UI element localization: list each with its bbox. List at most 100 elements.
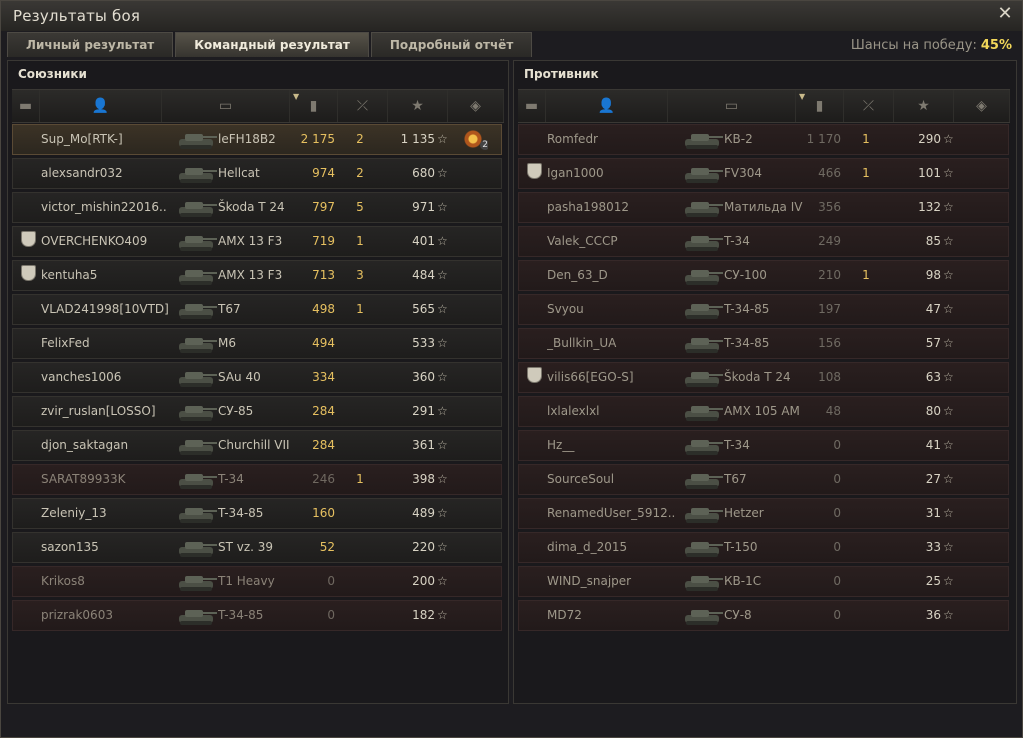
player-name: Valek_CCCP	[547, 234, 618, 248]
xp-value: 489	[412, 506, 435, 520]
tank-icon	[679, 295, 725, 324]
shield-icon	[20, 265, 36, 281]
badge-cell	[525, 533, 543, 562]
column-header-badge-icon[interactable]: ▬	[12, 90, 40, 122]
tank-name: FV304	[724, 166, 763, 180]
column-header-xp-icon[interactable]: ★	[894, 90, 954, 122]
table-row[interactable]: victor_mishin22016.. Škoda T 24 797 5 971 ☆	[12, 192, 502, 223]
table-row[interactable]: _Bullkin_UA T-34-85 156 57 ☆	[518, 328, 1009, 359]
damage-value: 48	[825, 404, 841, 418]
column-header-kills-icon[interactable]: ⤫	[338, 90, 388, 122]
table-row[interactable]: RenamedUser_5912.. Hetzer 0 31 ☆	[518, 498, 1009, 529]
tab-personal-result[interactable]: Личный результат	[7, 32, 174, 57]
table-row[interactable]: Romfedr КВ-2 1 170 1 290 ☆	[518, 124, 1009, 155]
tab-detailed-report[interactable]: Подробный отчёт	[370, 32, 533, 57]
table-row[interactable]: alexsandr032 Hellcat 974 2 680 ☆	[12, 158, 502, 189]
player-name: vanches1006	[41, 370, 122, 384]
damage-value: 249	[818, 234, 841, 248]
table-row[interactable]: lxlalexlxl AMX 105 AM 48 80 ☆	[518, 396, 1009, 427]
table-row[interactable]: VLAD241998[10VTD] T67 498 1 565 ☆	[12, 294, 502, 325]
badge-cell	[19, 125, 37, 154]
badge-icon: ▬	[524, 98, 539, 114]
kills-value	[855, 465, 877, 494]
player-name: Romfedr	[547, 132, 598, 146]
player-name: djon_saktagan	[41, 438, 129, 452]
damage-value: 108	[818, 370, 841, 384]
medal-icon: ◈	[470, 98, 481, 114]
table-row[interactable]: Svyou T-34-85 197 47 ☆	[518, 294, 1009, 325]
damage-value: 797	[312, 200, 335, 214]
damage-value: 334	[312, 370, 335, 384]
xp-value: 47	[925, 302, 941, 316]
table-row[interactable]: Zeleniy_13 T-34-85 160 489 ☆	[12, 498, 502, 529]
tab-team-result[interactable]: Командный результат	[175, 32, 369, 57]
column-header-kills-icon[interactable]: ⤫	[844, 90, 894, 122]
column-header-tank-icon[interactable]: ▭	[668, 90, 796, 122]
tank-icon	[173, 397, 219, 426]
enemies-panel: Противник ▬ 👤 ▭ ▮ ▼ ⤫ ★ ◈ Romfedr КВ-2 1 170 1 290 ☆…	[513, 60, 1017, 704]
table-row[interactable]: prizrak0603 T-34-85 0 182 ☆	[12, 600, 502, 631]
star-icon: ☆	[943, 302, 954, 316]
table-row[interactable]: Den_63_D СУ-100 210 1 98 ☆	[518, 260, 1009, 291]
tank-name: leFH18B2	[218, 132, 276, 146]
table-row[interactable]: WIND_snajper КВ-1С 0 25 ☆	[518, 566, 1009, 597]
column-header-tank-icon[interactable]: ▭	[162, 90, 290, 122]
tank-name: Матильда IV	[724, 200, 803, 214]
xp-value: 98	[925, 268, 941, 282]
table-row[interactable]: Sup_Mo[RTK-] leFH18B2 2 175 2 1 135 ☆ 2	[12, 124, 502, 155]
xp-value: 484	[412, 268, 435, 282]
table-row[interactable]: vanches1006 SAu 40 334 360 ☆	[12, 362, 502, 393]
table-row[interactable]: MD72 СУ-8 0 36 ☆	[518, 600, 1009, 631]
column-header-damage-icon[interactable]: ▮ ▼	[290, 90, 338, 122]
column-header-badge-icon[interactable]: ▬	[518, 90, 546, 122]
column-header-player-icon[interactable]: 👤	[40, 90, 162, 122]
player-name: lxlalexlxl	[547, 404, 600, 418]
damage-value: 0	[833, 540, 841, 554]
table-row[interactable]: djon_saktagan Churchill VII 284 361 ☆	[12, 430, 502, 461]
medal-icon: ◈	[976, 98, 987, 114]
table-row[interactable]: Valek_CCCP T-34 249 85 ☆	[518, 226, 1009, 257]
table-row[interactable]: Krikos8 T1 Heavy 0 200 ☆	[12, 566, 502, 597]
column-header-xp-icon[interactable]: ★	[388, 90, 448, 122]
table-row[interactable]: OVERCHENKO409 AMX 13 F3 719 1 401 ☆	[12, 226, 502, 257]
badge-cell	[525, 329, 543, 358]
xp-value: 27	[925, 472, 941, 486]
achievement-medal-icon[interactable]: 2	[464, 130, 488, 150]
column-header-player-icon[interactable]: 👤	[546, 90, 668, 122]
badge-cell	[19, 397, 37, 426]
damage-value: 356	[818, 200, 841, 214]
close-icon[interactable]: ✕	[996, 5, 1014, 23]
kills-value	[349, 329, 371, 358]
table-row[interactable]: Igan1000 FV304 466 1 101 ☆	[518, 158, 1009, 189]
table-row[interactable]: SourceSoul T67 0 27 ☆	[518, 464, 1009, 495]
kills-value	[855, 431, 877, 460]
tank-name: T-34-85	[218, 608, 264, 622]
table-row[interactable]: Hz__ T-34 0 41 ☆	[518, 430, 1009, 461]
column-header-medal-icon[interactable]: ◈	[954, 90, 1010, 122]
star-icon: ☆	[437, 472, 448, 486]
table-row[interactable]: kentuha5 AMX 13 F3 713 3 484 ☆	[12, 260, 502, 291]
kills-value	[349, 601, 371, 630]
table-row[interactable]: zvir_ruslan[LOSSO] СУ-85 284 291 ☆	[12, 396, 502, 427]
badge-cell	[525, 227, 543, 256]
column-header-medal-icon[interactable]: ◈	[448, 90, 504, 122]
tank-icon	[173, 125, 219, 154]
badge-cell	[19, 295, 37, 324]
star-icon: ☆	[437, 336, 448, 350]
table-row[interactable]: pasha198012 Матильда IV 356 132 ☆	[518, 192, 1009, 223]
tank-icon: ▭	[218, 98, 233, 114]
table-row[interactable]: FelixFed M6 494 533 ☆	[12, 328, 502, 359]
allies-list: Sup_Mo[RTK-] leFH18B2 2 175 2 1 135 ☆ 2 alexsan…	[12, 124, 502, 634]
tank-icon	[173, 159, 219, 188]
tank-icon	[173, 295, 219, 324]
kills-value	[349, 499, 371, 528]
badge-cell	[525, 295, 543, 324]
table-row[interactable]: dima_d_2015 T-150 0 33 ☆	[518, 532, 1009, 563]
player-icon: 👤	[91, 98, 110, 114]
damage-value: 494	[312, 336, 335, 350]
table-row[interactable]: SARAT89933K T-34 246 1 398 ☆	[12, 464, 502, 495]
table-row[interactable]: vilis66[EGO-S] Škoda T 24 108 63 ☆	[518, 362, 1009, 393]
column-header-damage-icon[interactable]: ▮ ▼	[796, 90, 844, 122]
table-row[interactable]: sazon135 ST vz. 39 52 220 ☆	[12, 532, 502, 563]
tank-name: T-34-85	[724, 302, 770, 316]
